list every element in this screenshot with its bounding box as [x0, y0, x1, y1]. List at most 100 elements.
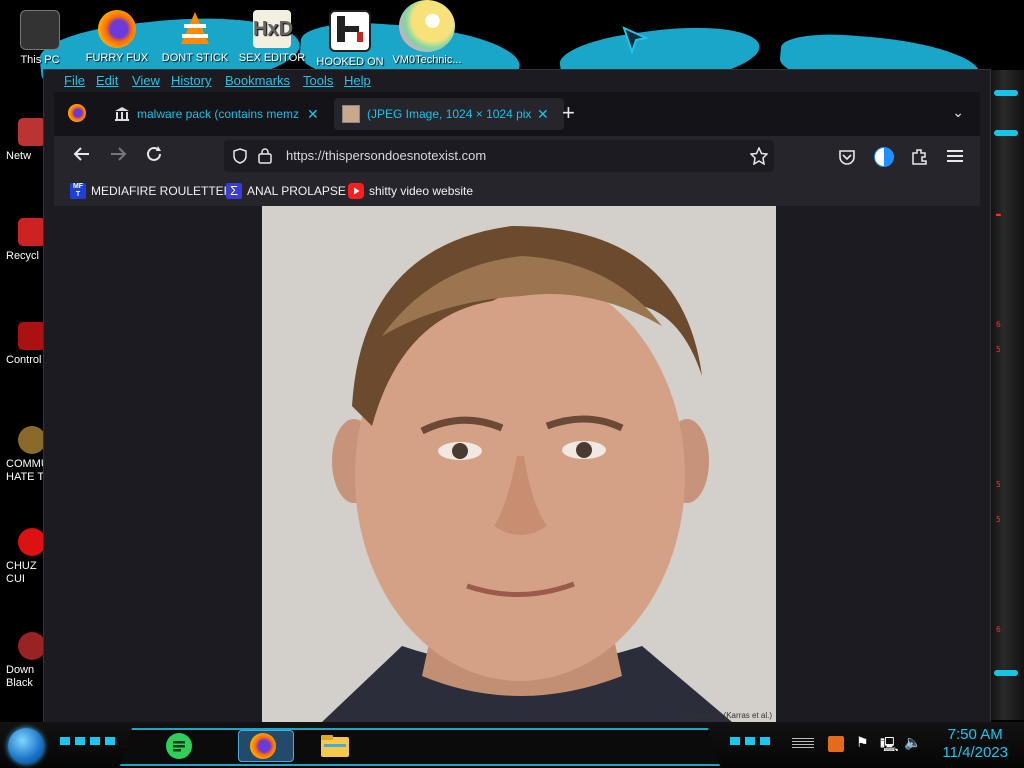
app-icon — [329, 10, 371, 52]
menu-bar: File Edit View History Bookmarks Tools H… — [44, 70, 990, 92]
desktop-icon-network[interactable]: Netw — [0, 118, 46, 163]
recycle-bin-icon — [18, 218, 46, 246]
list-all-tabs-icon[interactable]: ⌄ — [952, 104, 964, 121]
desktop-icon-vm0technic[interactable]: VM0Technic... — [392, 0, 462, 66]
shield-icon[interactable] — [232, 148, 248, 164]
frame-marker: 5 — [996, 515, 1001, 524]
tray-overflow-icon[interactable] — [792, 738, 814, 748]
desktop-icon-label: DONT STICK — [161, 52, 229, 64]
frame-marker: 6 — [996, 320, 1001, 329]
mouse-cursor-icon — [622, 26, 650, 59]
taskbar-decoration — [730, 737, 770, 745]
menu-view[interactable]: View — [132, 73, 160, 88]
taskbar-firefox[interactable] — [238, 730, 294, 762]
bookmark-label: shitty video website — [369, 184, 474, 198]
frame-light — [994, 130, 1018, 136]
taskbar-messaging-app[interactable] — [162, 730, 196, 762]
youtube-icon — [348, 183, 364, 199]
money-bag-icon — [18, 426, 46, 454]
app-icon — [18, 528, 46, 556]
tab-strip: malware pack (contains memz ✕ (JPEG Imag… — [54, 92, 980, 136]
network-monitor-icon[interactable]: 🖳 — [880, 734, 899, 758]
desktop-icon-label: HATE TH — [6, 471, 46, 483]
desktop-icon-this-pc[interactable]: This PC — [5, 10, 75, 66]
tab-malware-pack[interactable]: malware pack (contains memz ✕ — [110, 98, 324, 130]
start-button[interactable] — [8, 728, 44, 764]
volume-icon[interactable]: 🔈 — [904, 734, 921, 751]
desktop-icon-download[interactable]: Down Black — [0, 632, 46, 690]
close-tab-icon[interactable]: ✕ — [537, 106, 549, 123]
desktop-icon-sex-editor[interactable]: HxD SEX EDITOR — [237, 10, 307, 64]
desktop-icon-control-panel[interactable]: Control — [0, 322, 46, 367]
menu-help[interactable]: Help — [344, 73, 371, 88]
frame-marker: 5 — [996, 480, 1001, 489]
sigma-icon: Σ — [226, 183, 242, 199]
action-center-flag-icon[interactable]: ⚑ — [856, 734, 869, 751]
menu-bookmarks[interactable]: Bookmarks — [225, 73, 290, 88]
bookmark-anal-prolapse[interactable]: Σ ANAL PROLAPSE — [226, 183, 346, 199]
lock-icon[interactable] — [258, 147, 272, 164]
account-avatar-icon[interactable] — [874, 147, 894, 167]
folder-icon — [321, 735, 349, 757]
pocket-icon[interactable] — [838, 148, 856, 166]
frame-marker: 5 — [996, 345, 1001, 354]
back-arrow-icon — [73, 147, 89, 161]
menu-tools[interactable]: Tools — [303, 73, 333, 88]
url-bar[interactable]: https://thispersondoesnotexist.com — [224, 140, 774, 172]
desktop-icon-label: Recycl — [6, 250, 40, 262]
desktop-icon-label: Control — [6, 354, 42, 366]
firefox-view-icon[interactable] — [68, 104, 86, 122]
mediafire-icon: MF T — [70, 183, 86, 199]
desktop-icon-label: VM0Technic... — [392, 54, 462, 66]
desktop-icon-recycle-bin[interactable]: Recycl — [0, 218, 46, 263]
bookmark-star-icon[interactable] — [750, 147, 768, 165]
desktop-icon-label: HOOKED ON — [316, 56, 384, 68]
menu-edit[interactable]: Edit — [96, 73, 118, 88]
close-tab-icon[interactable]: ✕ — [307, 106, 319, 123]
portrait-image[interactable]: StyleGAN2 (Karras et al.) — [262, 206, 776, 722]
back-button[interactable] — [69, 144, 95, 170]
frame-marker: ▬ — [996, 210, 1001, 219]
page-content-area: StyleGAN2 (Karras et al.) — [54, 206, 980, 722]
clock-time: 7:50 AM — [947, 726, 1003, 743]
cartoon-icon — [399, 0, 455, 52]
forward-button[interactable] — [105, 144, 131, 170]
image-thumbnail-icon — [342, 105, 360, 123]
bookmark-mediafire-rouletter[interactable]: MF T MEDIAFIRE ROULETTER — [70, 183, 232, 199]
portrait-illustration — [262, 206, 776, 722]
desktop-icon-dont-stick[interactable]: DONT STICK — [160, 10, 230, 64]
bookmark-shitty-video-website[interactable]: shitty video website — [348, 183, 473, 199]
tab-jpeg-image[interactable]: (JPEG Image, 1024 × 1024 pixels ✕ — [334, 98, 564, 130]
system-clock[interactable]: 7:50 AM 11/4/2023 — [942, 726, 1008, 762]
desktop-icon-communism[interactable]: COMMU HATE TH — [0, 426, 46, 484]
tab-title: malware pack (contains memz — [137, 107, 300, 121]
desktop-icon-furry-fux[interactable]: FURRY FUX — [82, 10, 152, 64]
taskbar-band — [120, 728, 720, 766]
image-credit: StyleGAN2 (Karras et al.) — [681, 711, 772, 720]
desktop-icon-hooked-on[interactable]: HOOKED ON — [315, 10, 385, 68]
forward-arrow-icon — [111, 147, 127, 161]
vlc-icon — [176, 10, 214, 48]
reload-button[interactable] — [141, 144, 167, 170]
desktop-icon-label: Down — [6, 664, 35, 676]
taskbar-file-explorer[interactable] — [318, 730, 352, 762]
extensions-puzzle-icon[interactable] — [910, 147, 928, 165]
desktop-icon-chuz[interactable]: CHUZ CUI — [0, 528, 46, 586]
tab-title: (JPEG Image, 1024 × 1024 pixels — [367, 107, 531, 121]
new-tab-button[interactable]: + — [562, 102, 575, 124]
wallpaper-tech-frame: ▬ 6 5 5 5 6 — [990, 70, 1024, 720]
menu-history[interactable]: History — [171, 73, 211, 88]
bookmark-label: MEDIAFIRE ROULETTER — [91, 184, 233, 198]
desktop-icon-label: Black — [6, 677, 33, 689]
menu-file[interactable]: File — [64, 73, 85, 88]
desktop-icon-label: FURRY FUX — [85, 52, 149, 64]
desktop-icon-label: COMMU — [6, 458, 46, 470]
control-panel-icon — [18, 322, 46, 350]
taskbar: ⚑ 🖳 🔈 7:50 AM 11/4/2023 — [0, 722, 1024, 768]
frame-marker: 6 — [996, 625, 1001, 634]
hamburger-menu-icon[interactable] — [946, 148, 964, 164]
clock-date: 11/4/2023 — [942, 744, 1008, 761]
tray-app-icon[interactable] — [828, 736, 844, 752]
url-text[interactable]: https://thispersondoesnotexist.com — [286, 148, 486, 163]
firefox-icon — [98, 10, 136, 48]
